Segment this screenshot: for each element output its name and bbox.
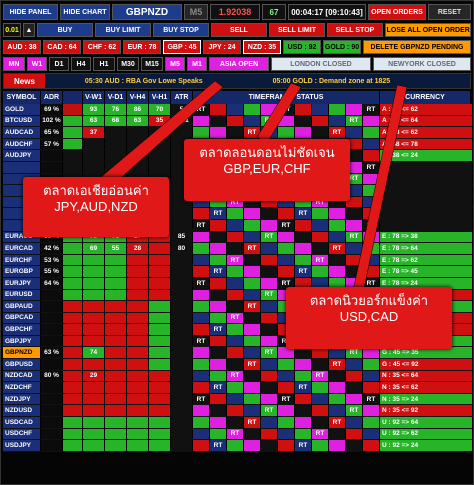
arrow-newyork: [352, 84, 408, 294]
annotation-london: ตลาดลอนดอนไม่ชัดเจน GBP,EUR,CHF: [184, 139, 350, 201]
arrow-london: [256, 82, 302, 144]
trading-panel: HIDE PANEL HIDE CHART GBPNZD M5 1.92038 …: [0, 0, 474, 485]
annotation-newyork: ตลาดนิวยอร์กแข็งค่า USD,CAD: [286, 287, 452, 349]
annotation-arrows: [100, 80, 408, 294]
annotation-asia: ตลาดเอเชียอ่อนค่า JPY,AUD,NZD: [23, 177, 169, 237]
